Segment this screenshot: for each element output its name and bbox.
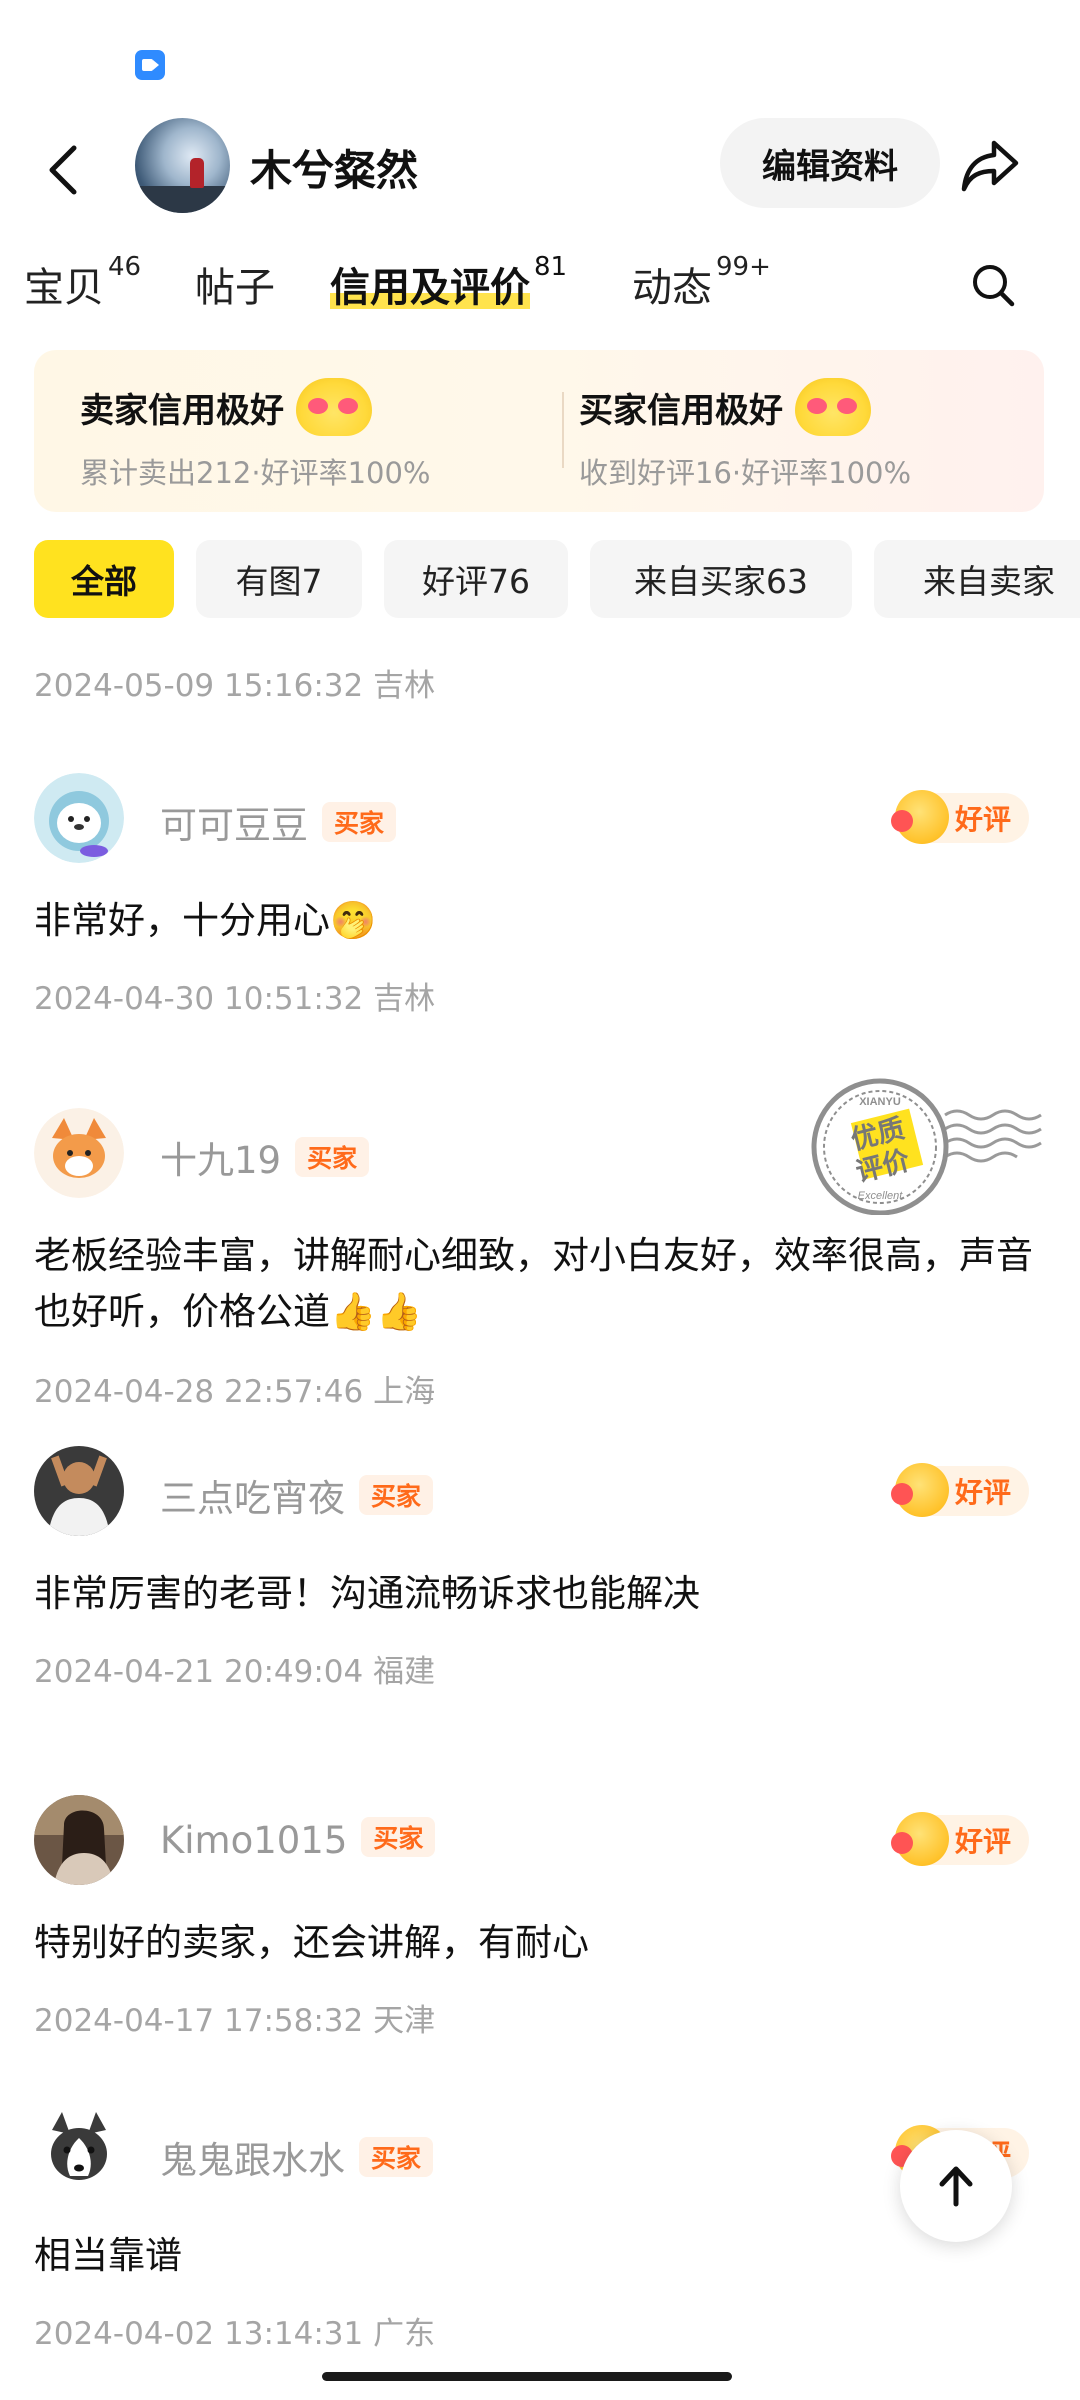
positive-review-badge: 好评 xyxy=(891,790,1030,844)
tab-posts[interactable]: 帖子 xyxy=(195,255,275,313)
review-text: 相当靠谱 xyxy=(34,2234,182,2277)
review-filter-chips: 全部 有图7 好评76 来自买家63 来自卖家 xyxy=(0,540,1080,620)
buyer-tag: 买家 xyxy=(295,1137,370,1177)
filter-with-images[interactable]: 有图7 xyxy=(196,540,362,618)
tab-label: 动态 xyxy=(632,265,712,311)
reviewer-name[interactable]: 鬼鬼跟水水 xyxy=(160,2139,345,2182)
tab-items[interactable]: 宝贝 46 xyxy=(24,251,142,313)
credit-divider xyxy=(562,392,564,468)
review-meta: 2024-04-30 10:51:32 吉林 xyxy=(34,981,436,1017)
reviewer-name-row: 三点吃宵夜 买家 xyxy=(160,1468,434,1522)
excellent-review-stamp: XIANYU 优质 评价 Excellent xyxy=(811,1078,1042,1215)
badge-label: 好评 xyxy=(955,1476,1012,1509)
positive-review-badge: 好评 xyxy=(891,1463,1030,1517)
reviewer-avatar[interactable] xyxy=(34,1795,124,1885)
kissing-face-icon xyxy=(891,790,949,844)
kissing-face-icon xyxy=(891,1812,949,1866)
reviewer-avatar[interactable] xyxy=(34,1446,124,1536)
review-meta: 2024-04-17 17:58:32 天津 xyxy=(34,2003,436,2039)
reviewer-avatar[interactable] xyxy=(34,1108,124,1198)
tab-activity[interactable]: 动态 99+ xyxy=(632,251,771,313)
buyer-tag: 买家 xyxy=(359,2137,434,2177)
filter-positive[interactable]: 好评76 xyxy=(384,540,568,618)
seller-credit[interactable]: 卖家信用极好 累计卖出212·好评率100% xyxy=(80,378,430,492)
tab-label: 宝贝 xyxy=(24,265,104,311)
credit-summary-card: 卖家信用极好 累计卖出212·好评率100% 买家信用极好 收到好评16·好评率… xyxy=(34,350,1044,512)
tab-count: 46 xyxy=(108,251,142,282)
seller-credit-stats: 累计卖出212·好评率100% xyxy=(80,456,431,490)
buyer-credit[interactable]: 买家信用极好 收到好评16·好评率100% xyxy=(579,378,911,492)
profile-tabs: 宝贝 46 帖子 信用及评价 81 动态 99+ xyxy=(0,245,1080,325)
stamp-bottom-text: Excellent xyxy=(858,1190,904,1202)
edit-profile-button[interactable]: 编辑资料 xyxy=(720,118,940,208)
reviewer-name[interactable]: 三点吃宵夜 xyxy=(160,1477,345,1520)
review-meta: 2024-04-28 22:57:46 上海 xyxy=(34,1374,436,1410)
kissing-face-icon xyxy=(891,1463,949,1517)
reviewer-name-row: 可可豆豆 买家 xyxy=(160,795,397,849)
seller-credit-title: 卖家信用极好 xyxy=(80,390,284,431)
tab-count: 99+ xyxy=(716,251,771,282)
reviewer-name-row: 十九19 买家 xyxy=(160,1130,370,1184)
search-icon[interactable] xyxy=(970,262,1016,308)
buyer-tag: 买家 xyxy=(322,802,397,842)
buyer-credit-title: 买家信用极好 xyxy=(579,390,783,431)
buyer-credit-stats: 收到好评16·好评率100% xyxy=(579,456,912,490)
tab-count: 81 xyxy=(534,251,568,282)
reviewer-avatar[interactable] xyxy=(34,773,124,863)
filter-from-buyers[interactable]: 来自买家63 xyxy=(590,540,852,618)
buyer-tag: 买家 xyxy=(359,1475,434,1515)
filter-from-sellers[interactable]: 来自卖家 xyxy=(874,540,1080,618)
heart-eyes-emoji-icon xyxy=(296,378,372,436)
badge-label: 好评 xyxy=(955,1825,1012,1858)
profile-nickname: 木兮粲然 xyxy=(250,146,419,195)
review-text: 老板经验丰富，讲解耐心细致，对小白友好，效率很高，声音也好听，价格公道👍👍 xyxy=(34,1234,1033,1333)
review-text: 特别好的卖家，还会讲解，有耐心 xyxy=(34,1921,589,1964)
home-indicator[interactable] xyxy=(322,2372,732,2381)
back-button[interactable] xyxy=(40,140,90,200)
profile-avatar[interactable] xyxy=(135,118,230,213)
screen-record-indicator-icon xyxy=(135,50,165,80)
review-meta: 2024-04-21 20:49:04 福建 xyxy=(34,1654,436,1690)
heart-eyes-emoji-icon xyxy=(795,378,871,436)
review-text: 非常厉害的老哥！沟通流畅诉求也能解决 xyxy=(34,1572,700,1615)
positive-review-badge: 好评 xyxy=(891,1812,1030,1866)
reviewer-name[interactable]: 十九19 xyxy=(160,1139,281,1182)
reviewer-avatar[interactable] xyxy=(34,2108,124,2198)
tab-label: 信用及评价 xyxy=(330,255,530,313)
arrow-up-icon xyxy=(939,2166,973,2207)
buyer-tag: 买家 xyxy=(361,1817,436,1857)
reviewer-name[interactable]: 可可豆豆 xyxy=(160,804,308,847)
reviewer-name-row: 鬼鬼跟水水 买家 xyxy=(160,2130,434,2184)
scroll-to-top-button[interactable] xyxy=(900,2130,1012,2242)
badge-label: 好评 xyxy=(955,803,1012,836)
profile-header: 木兮粲然 编辑资料 xyxy=(0,115,1080,225)
filter-all[interactable]: 全部 xyxy=(34,540,174,618)
reviewer-name[interactable]: Kimo1015 xyxy=(160,1819,347,1862)
reviewer-name-row: Kimo1015 买家 xyxy=(160,1817,436,1862)
review-meta: 2024-04-02 13:14:31 广东 xyxy=(34,2316,436,2352)
share-icon[interactable] xyxy=(960,137,1022,195)
review-text: 非常好，十分用心🤭 xyxy=(34,899,377,942)
review-meta: 2024-05-09 15:16:32 吉林 xyxy=(34,668,436,704)
tab-label: 帖子 xyxy=(195,265,275,311)
stamp-top-text: XIANYU xyxy=(859,1096,901,1108)
tab-credit-reviews[interactable]: 信用及评价 81 xyxy=(330,251,568,313)
